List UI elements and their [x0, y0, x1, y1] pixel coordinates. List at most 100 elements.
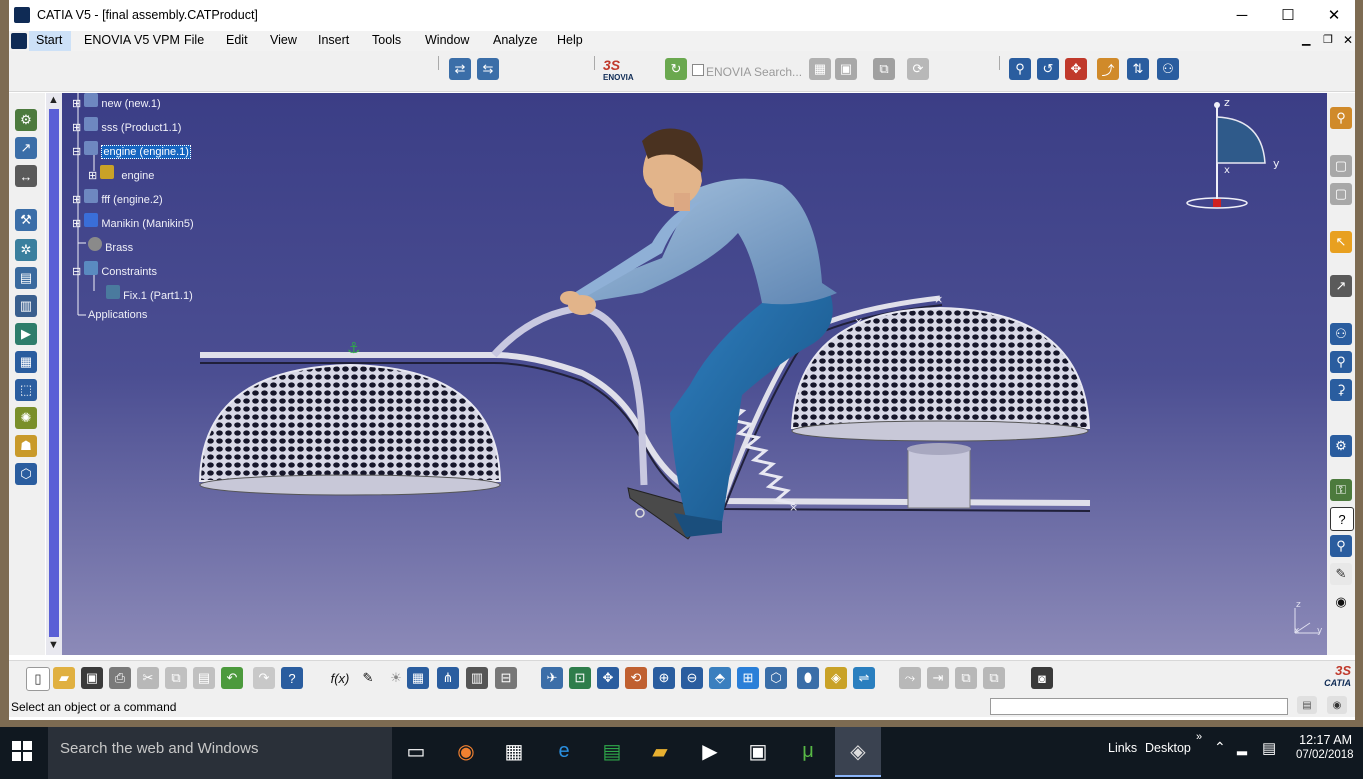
menu-start[interactable]: Start	[36, 33, 62, 47]
movie-maker-icon[interactable]: ▶	[694, 735, 726, 767]
save-disabled-icon[interactable]: ▣	[835, 58, 857, 80]
catia-taskbar-button[interactable]: ◈	[835, 727, 881, 777]
doc-minimize-button[interactable]: ▁	[1302, 33, 1310, 46]
manikin-posture-icon[interactable]: ⚲	[1009, 58, 1031, 80]
manikin-tool-icon[interactable]: ⚇	[1330, 323, 1352, 345]
redo-icon[interactable]: ↷	[253, 667, 275, 689]
menu-file[interactable]: File	[184, 33, 204, 47]
walk-icon[interactable]: ⚲	[1330, 535, 1352, 557]
pan-icon[interactable]: ✥	[597, 667, 619, 689]
left-dome[interactable]	[198, 363, 502, 496]
bom-icon[interactable]: ▦	[15, 351, 37, 373]
close-button[interactable]: ✕	[1311, 0, 1357, 31]
fit-all-icon[interactable]: ⊡	[569, 667, 591, 689]
links-toolbar[interactable]: Links	[1108, 741, 1137, 755]
refresh-icon[interactable]: ↻	[665, 58, 687, 80]
menu-insert[interactable]: Insert	[318, 33, 349, 47]
disabled-tool-icon[interactable]: ⇥	[927, 667, 949, 689]
menu-edit[interactable]: Edit	[226, 33, 248, 47]
multi-view-icon[interactable]: ⊞	[737, 667, 759, 689]
compass-move-icon[interactable]: ✥	[1065, 58, 1087, 80]
menu-enovia[interactable]: ENOVIA V5 VPM	[84, 33, 180, 47]
scroll-down-arrow-icon[interactable]: ▼	[48, 639, 59, 651]
disabled-tool-icon[interactable]: ⤳	[899, 667, 921, 689]
clash-icon[interactable]: ▥	[15, 295, 37, 317]
menu-window[interactable]: Window	[425, 33, 469, 47]
rotate-view-icon[interactable]: ⟲	[625, 667, 647, 689]
lock-icon[interactable]: ⚿	[1330, 479, 1352, 501]
taskbar-search[interactable]: Search the web and Windows	[48, 727, 392, 779]
whats-this-icon[interactable]: ?	[281, 667, 303, 689]
product-icon[interactable]: ⚙	[15, 109, 37, 131]
enovia-search-checkbox[interactable]	[692, 64, 704, 76]
disabled-tool-icon[interactable]: ▢	[1330, 155, 1352, 177]
toolbar-overflow-chevron[interactable]: »	[1196, 731, 1202, 743]
film-icon[interactable]: ▤	[15, 267, 37, 289]
posture-icon[interactable]: ⚳	[1330, 379, 1352, 401]
command-input[interactable]	[990, 698, 1288, 715]
desktop-toolbar[interactable]: Desktop	[1145, 741, 1191, 755]
hide-show-icon[interactable]: ◈	[825, 667, 847, 689]
cut-icon[interactable]: ✂	[137, 667, 159, 689]
shading-icon[interactable]: ⬮	[797, 667, 819, 689]
measure-icon[interactable]: ↔	[15, 165, 37, 187]
zoom-out-icon[interactable]: ⊖	[681, 667, 703, 689]
tray-up-arrow-icon[interactable]: ⌃	[1214, 739, 1226, 756]
vision-eye-icon[interactable]: ◉	[1330, 591, 1352, 613]
excel-icon[interactable]: ▤	[596, 735, 628, 767]
catalog-icon[interactable]: ✺	[15, 407, 37, 429]
power-input-icon[interactable]: ◉	[1327, 696, 1347, 714]
file-explorer-icon[interactable]: ▰	[644, 735, 676, 767]
view-compass[interactable]	[1186, 102, 1266, 209]
doc-restore-button[interactable]: ❐	[1323, 33, 1333, 46]
notes-icon[interactable]: ✎	[1330, 563, 1352, 585]
pointer-tool-icon[interactable]: ↗	[1330, 275, 1352, 297]
catalog-browser-icon[interactable]: ▥	[466, 667, 488, 689]
utorrent-icon[interactable]: μ	[792, 735, 824, 767]
firefox-icon[interactable]: ◉	[450, 735, 482, 767]
reach-icon[interactable]: ⤴	[1097, 58, 1119, 80]
network-icon[interactable]: ▂	[1237, 740, 1247, 756]
maximize-button[interactable]: ☐	[1265, 0, 1311, 31]
paste-icon[interactable]: ▤	[193, 667, 215, 689]
lightbulb-icon[interactable]: ☀	[385, 667, 407, 689]
rotate-limb-icon[interactable]: ↺	[1037, 58, 1059, 80]
new-file-icon[interactable]: ▯	[26, 667, 50, 691]
disabled-tool-icon[interactable]: ⧉	[983, 667, 1005, 689]
help-icon[interactable]: ?	[1330, 507, 1354, 531]
tree-expand-icon[interactable]: ⋔	[437, 667, 459, 689]
swap-panel-icon[interactable]: ⇆	[477, 58, 499, 80]
action-center-icon[interactable]: ▤	[1262, 739, 1276, 757]
manikin[interactable]	[560, 128, 837, 538]
menu-tools[interactable]: Tools	[372, 33, 401, 47]
swap-view-icon[interactable]: ⇄	[449, 58, 471, 80]
disabled-tool-icon[interactable]: ⧉	[955, 667, 977, 689]
disabled-tool-icon[interactable]: ▢	[1330, 183, 1352, 205]
menu-analyze[interactable]: Analyze	[493, 33, 537, 47]
settings-gear-icon[interactable]: ⚙	[1330, 435, 1352, 457]
swap-visible-icon[interactable]: ⇌	[853, 667, 875, 689]
explode-icon[interactable]: ⬚	[15, 379, 37, 401]
minimize-button[interactable]: ─	[1219, 0, 1265, 31]
right-dome[interactable]	[790, 306, 1091, 509]
camera-icon[interactable]: ◙	[1031, 667, 1053, 689]
windows-start-icon[interactable]	[12, 741, 32, 761]
apply-material-icon[interactable]: ⬡	[15, 463, 37, 485]
doc-close-button[interactable]: ✕	[1343, 33, 1353, 47]
knowledge-icon[interactable]: ⊟	[495, 667, 517, 689]
anthropometry-icon[interactable]: ⚲	[1330, 351, 1352, 373]
menu-help[interactable]: Help	[557, 33, 583, 47]
sectioning-icon[interactable]: ▶	[15, 323, 37, 345]
tray-clock[interactable]: 12:17 AM 07/02/2018	[1296, 733, 1354, 761]
compass-icon[interactable]: ↗	[15, 137, 37, 159]
command-list-icon[interactable]: ▤	[1297, 696, 1317, 714]
enovia-search-label[interactable]: ENOVIA Search...	[706, 65, 802, 79]
assembly-icon[interactable]: ⚒	[15, 209, 37, 231]
fly-mode-icon[interactable]: ✈	[541, 667, 563, 689]
open-folder-icon[interactable]: ▰	[53, 667, 75, 689]
copy-icon[interactable]: ⧉	[165, 667, 187, 689]
task-view-icon[interactable]: ▭	[400, 735, 432, 767]
grid-icon[interactable]: ▦	[809, 58, 831, 80]
formula-icon[interactable]: f(x)	[329, 667, 351, 689]
scroll-up-arrow-icon[interactable]: ▲	[48, 94, 59, 106]
